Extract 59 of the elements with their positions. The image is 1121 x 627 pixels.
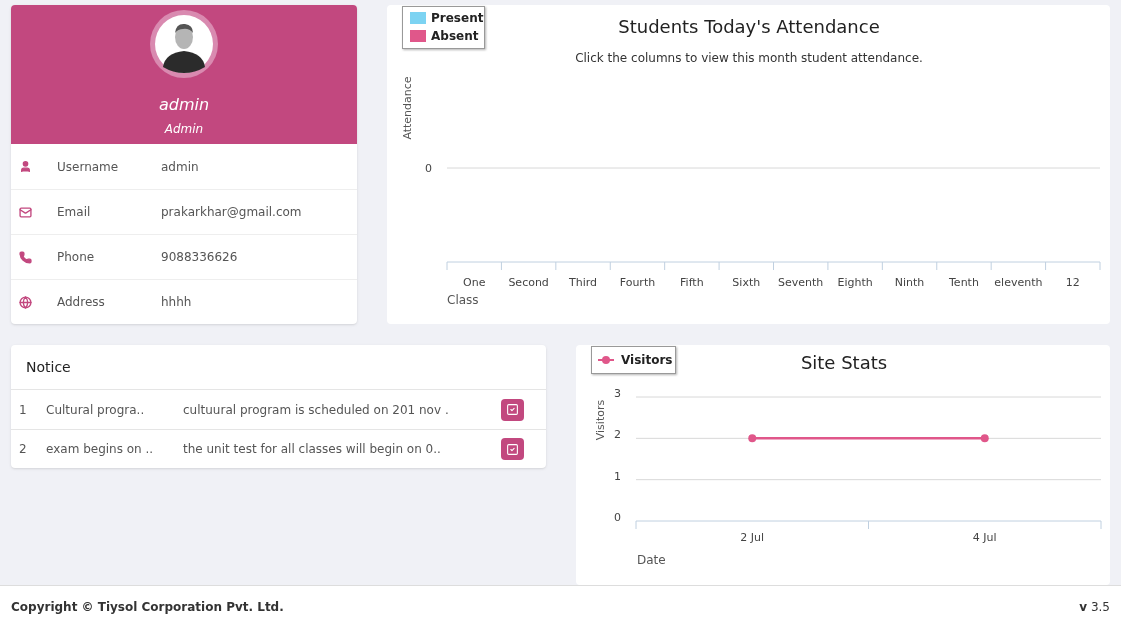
field-value: admin	[161, 158, 199, 176]
axis-label: Sixth	[732, 276, 761, 289]
table-cell-text: 1	[18, 401, 28, 419]
axis-label: Ninth	[894, 276, 925, 289]
profile-role: Admin	[164, 121, 204, 138]
table-cell-text: 2	[18, 441, 28, 458]
field-value: prakarkhar@gmail.com	[161, 204, 302, 221]
globe-icon	[19, 295, 32, 309]
axis-label: 12	[1065, 276, 1080, 289]
legend-label[interactable]: Present	[431, 11, 484, 25]
avatar-icon	[149, 9, 219, 79]
phone-icon	[19, 250, 32, 264]
checkbox-icon	[506, 442, 519, 456]
axis-label: Fourth	[619, 276, 656, 289]
chart-title: Students Today's Attendance	[618, 16, 880, 37]
axis-label: 1	[614, 469, 621, 483]
axis-label: Second	[508, 276, 549, 289]
table-cell-text: the unit test for all classes will begin on 0..	[183, 441, 442, 458]
field-value: 9088336626	[161, 249, 238, 266]
chart-title: Site Stats	[800, 352, 888, 373]
axis-label: 2 Jul	[740, 531, 765, 544]
axis-label: Seventh	[778, 276, 824, 289]
checkbox-icon	[506, 403, 519, 416]
table-cell-text: cultuural program is scheduled on 201 nov .	[183, 401, 450, 419]
axis-label: 2	[614, 428, 621, 442]
field-label: Address	[57, 294, 106, 311]
copyright-text: Copyright © Tiysol Corporation Pvt. Ltd.	[11, 598, 284, 616]
axis-label: eleventh	[994, 276, 1043, 289]
field-label: Email	[57, 204, 92, 221]
axis-title: Date	[637, 553, 666, 567]
axis-title: Attendance	[401, 76, 414, 140]
profile-name: admin	[158, 94, 210, 116]
panel-title: Notice	[26, 357, 71, 377]
axis-label: 0	[614, 511, 621, 524]
edit-button[interactable]	[501, 438, 524, 460]
edit-button[interactable]	[501, 398, 524, 421]
user-icon	[19, 160, 32, 173]
axis-title: Visitors	[594, 399, 607, 441]
axis-label: Eighth	[837, 276, 873, 289]
legend-label[interactable]: Absent	[431, 29, 479, 43]
axis-label: Third	[569, 276, 598, 289]
version-text: v 3.5	[1079, 598, 1110, 616]
data-point[interactable]	[748, 434, 757, 443]
axis-label: 3	[614, 387, 621, 400]
axis-title: Class	[447, 293, 479, 307]
axis-label: 4 Jul	[972, 531, 997, 544]
data-point[interactable]	[980, 434, 989, 443]
field-value: hhhh	[161, 294, 192, 311]
axis-label: Tenth	[949, 276, 979, 289]
field-label: Phone	[57, 249, 96, 266]
chart-subtitle: Click the columns to view this month student attendance.	[575, 51, 923, 65]
table-cell-text: Cultural progra..	[46, 401, 146, 419]
table-cell-text: exam begins on ..	[46, 441, 155, 458]
axis-label: Fifth	[680, 276, 704, 289]
legend-label[interactable]: Visitors	[621, 353, 673, 367]
mail-icon	[19, 205, 32, 219]
axis-label: 0	[425, 162, 432, 175]
field-label: Username	[57, 158, 120, 176]
axis-label: One	[463, 276, 486, 289]
